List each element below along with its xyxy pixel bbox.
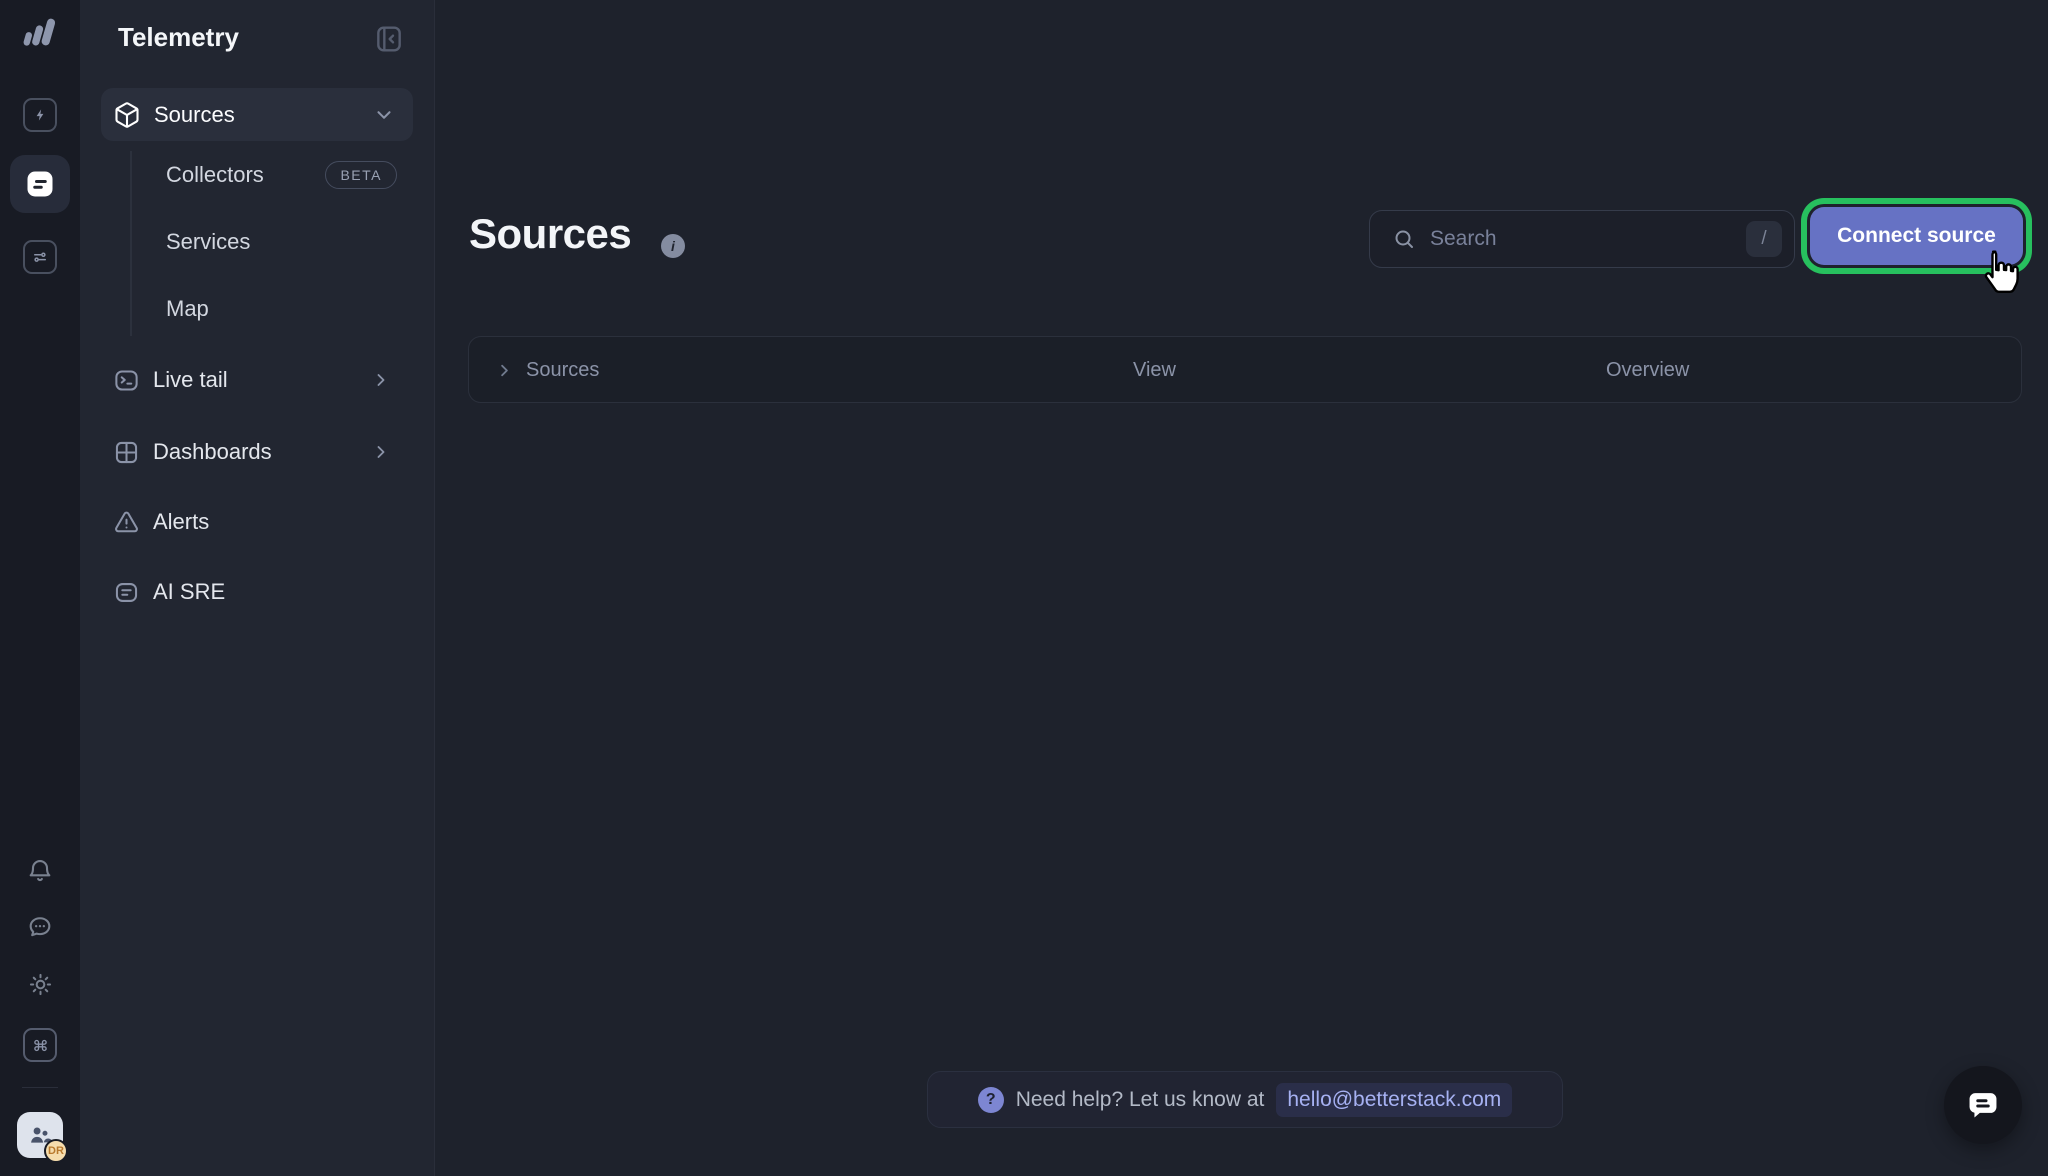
sidebar-item-label: Sources bbox=[154, 102, 235, 128]
column-header-overview: Overview bbox=[1606, 359, 1689, 382]
chevron-down-icon bbox=[373, 104, 395, 126]
column-header-sources: Sources bbox=[526, 359, 599, 382]
connect-source-button[interactable]: Connect source bbox=[1810, 207, 2023, 265]
chevron-right-icon bbox=[371, 442, 391, 462]
terminal-icon bbox=[113, 367, 140, 394]
sidebar-item-services[interactable]: Services bbox=[101, 220, 413, 264]
info-icon[interactable]: i bbox=[661, 234, 685, 258]
sidebar-item-sources[interactable]: Sources bbox=[101, 88, 413, 141]
sidebar-item-label: AI SRE bbox=[153, 579, 225, 605]
rail-row-telemetry bbox=[0, 155, 80, 213]
message-square-icon bbox=[113, 579, 140, 606]
question-icon: ? bbox=[978, 1087, 1004, 1113]
sidebar-item-label: Services bbox=[166, 229, 250, 255]
sidebar-item-map[interactable]: Map bbox=[101, 287, 413, 331]
feedback-button[interactable] bbox=[26, 913, 54, 944]
sidebar-item-collectors[interactable]: Collectors BETA bbox=[101, 153, 413, 197]
rail-divider bbox=[22, 1087, 58, 1088]
search-input[interactable] bbox=[1430, 227, 1746, 251]
help-text: Need help? Let us know at bbox=[1016, 1088, 1265, 1112]
sliders-icon bbox=[31, 248, 49, 266]
panel-collapse-icon bbox=[373, 23, 405, 55]
sidebar-item-label: Collectors bbox=[166, 162, 264, 188]
sun-icon bbox=[27, 971, 54, 998]
logs-icon bbox=[25, 169, 55, 199]
notifications-button[interactable] bbox=[26, 857, 54, 888]
sidebar-item-dashboards[interactable]: Dashboards bbox=[101, 429, 413, 475]
sidebar-item-live-tail[interactable]: Live tail bbox=[101, 357, 413, 403]
rail-row-account: DR bbox=[0, 1112, 80, 1158]
page-title: Sources bbox=[469, 210, 631, 258]
sidebar-item-label: Live tail bbox=[153, 367, 228, 393]
column-header-view: View bbox=[1133, 359, 1176, 382]
avatar-initials-badge: DR bbox=[44, 1139, 68, 1163]
sidebar-item-ai-sre[interactable]: AI SRE bbox=[101, 569, 413, 615]
help-banner: ? Need help? Let us know at hello@better… bbox=[927, 1071, 1563, 1128]
shortcuts-button[interactable] bbox=[23, 1028, 57, 1062]
search-icon bbox=[1392, 227, 1416, 251]
sources-table-header: Sources View Overview bbox=[468, 336, 2022, 403]
avatar[interactable]: DR bbox=[17, 1112, 63, 1158]
telemetry-nav-button[interactable] bbox=[10, 155, 70, 213]
rail-row-shortcuts bbox=[0, 1028, 80, 1062]
sidebar-item-label: Dashboards bbox=[153, 439, 272, 465]
sliders-nav-button[interactable] bbox=[23, 240, 57, 274]
sidebar: Telemetry Sources Collectors BETA bbox=[80, 0, 435, 1176]
rail-row-notifications bbox=[0, 857, 80, 888]
command-icon bbox=[31, 1036, 50, 1055]
sidebar-item-label: Alerts bbox=[153, 509, 209, 535]
betterstack-logo-icon[interactable] bbox=[16, 12, 64, 52]
chat-dots-icon bbox=[26, 913, 54, 941]
lightning-icon bbox=[31, 106, 49, 124]
rail-row-integrations bbox=[0, 240, 80, 274]
rail-row-uptime bbox=[0, 98, 80, 132]
help-email-link[interactable]: hello@betterstack.com bbox=[1276, 1083, 1512, 1117]
cube-icon bbox=[113, 101, 141, 129]
beta-badge: BETA bbox=[325, 161, 397, 189]
chat-bubble-icon bbox=[1964, 1086, 2002, 1124]
sidebar-item-alerts[interactable]: Alerts bbox=[101, 499, 413, 545]
chat-widget-button[interactable] bbox=[1944, 1066, 2022, 1144]
sidebar-collapse-button[interactable] bbox=[372, 22, 406, 56]
chevron-right-icon bbox=[495, 361, 514, 380]
logo-row bbox=[0, 12, 80, 52]
warning-triangle-icon bbox=[113, 509, 140, 536]
bell-icon bbox=[26, 857, 54, 885]
search-shortcut-key: / bbox=[1746, 221, 1782, 257]
sidebar-item-label: Map bbox=[166, 296, 209, 322]
sidebar-title: Telemetry bbox=[118, 22, 239, 53]
app-root: DR Telemetry Sources Collec bbox=[0, 0, 2048, 1176]
rail-row-feedback bbox=[0, 913, 80, 944]
chevron-right-icon bbox=[371, 370, 391, 390]
grid-icon bbox=[113, 439, 140, 466]
icon-rail: DR bbox=[0, 0, 80, 1176]
rail-row-theme bbox=[0, 971, 80, 1001]
search-box[interactable]: / bbox=[1369, 210, 1795, 268]
theme-toggle-button[interactable] bbox=[27, 971, 54, 1001]
uptime-nav-button[interactable] bbox=[23, 98, 57, 132]
table-group-toggle[interactable]: Sources bbox=[495, 337, 599, 404]
